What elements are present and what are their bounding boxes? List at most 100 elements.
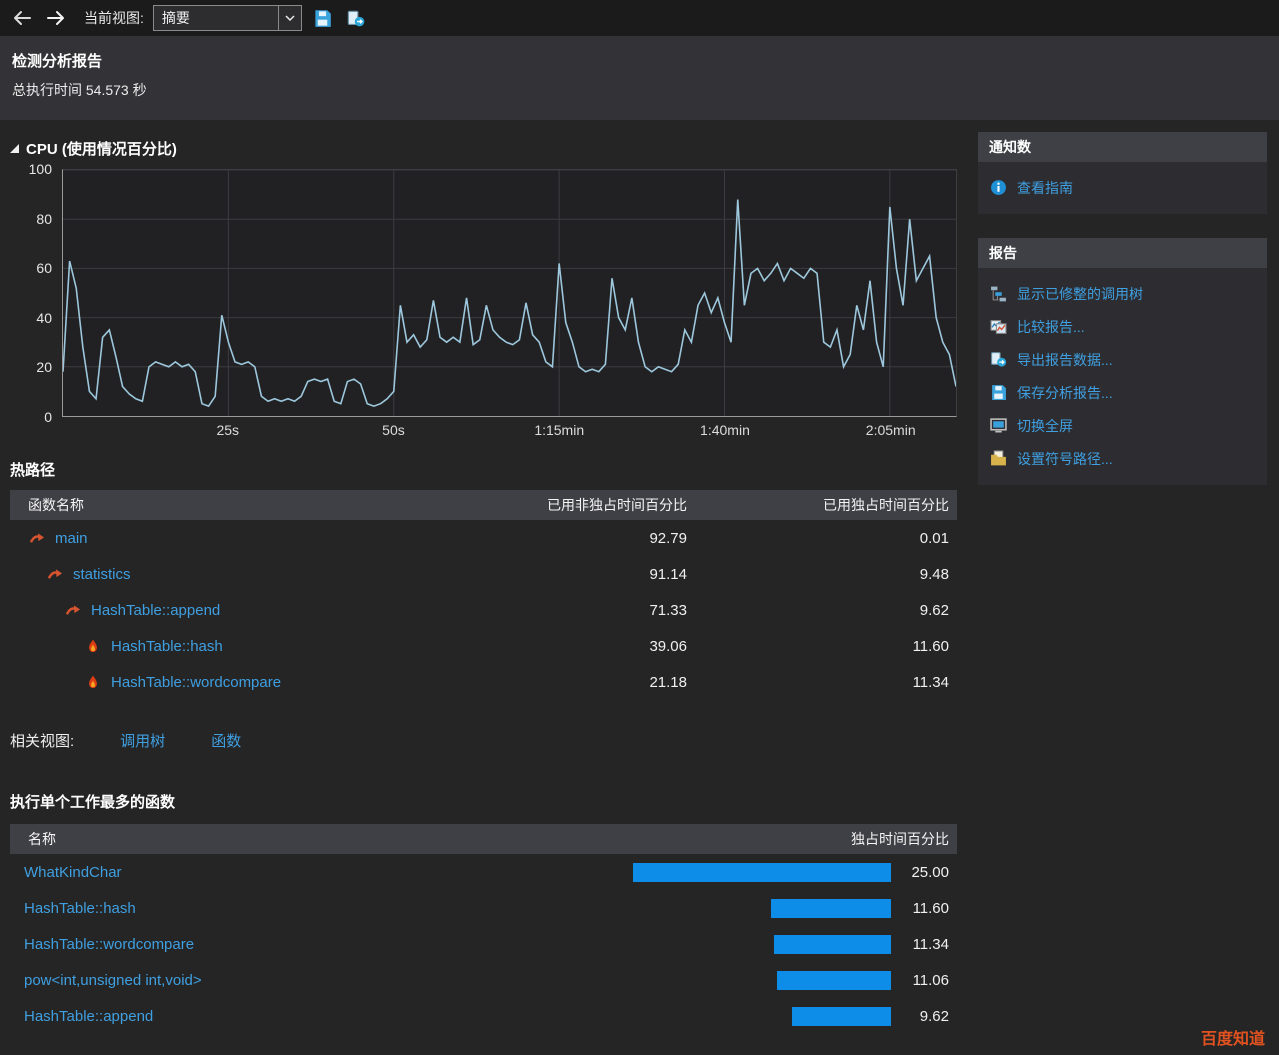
panel-item-label[interactable]: 显示已修整的调用树 [1017,284,1143,304]
watermark: 百度知道 [1201,1025,1265,1049]
panel-item-label[interactable]: 比较报告... [1017,317,1085,337]
table-row: HashTable::hash 11.60 [10,890,957,926]
trimmed-call-tree-icon [989,285,1007,303]
reports-header: 报告 [978,238,1267,268]
reports-panel: 报告 显示已修整的调用树 比较报告... [978,238,1267,485]
column-header-exclusive-time-pct[interactable]: 独占时间百分比 [687,829,949,849]
cpu-chart-plot [62,169,957,417]
show-trimmed-call-tree-item[interactable]: 显示已修整的调用树 [978,277,1267,310]
bar-value: 11.60 [891,900,949,917]
save-report-icon [989,384,1007,402]
function-link[interactable]: pow<int,unsigned int,void> [24,972,202,989]
column-header-function-name[interactable]: 函数名称 [18,495,452,515]
back-button[interactable] [10,6,34,30]
exclusive-value: 11.34 [687,674,949,691]
set-symbol-paths-item[interactable]: 设置符号路径... [978,442,1267,475]
bar-value: 11.34 [891,936,949,953]
view-guidance-item[interactable]: 查看指南 [978,171,1267,204]
function-link[interactable]: HashTable::append [24,1008,153,1025]
page-title: 检测分析报告 [12,50,1267,71]
compare-reports-item[interactable]: 比较报告... [978,310,1267,343]
hot-path-arrow-icon [64,601,82,619]
column-header-inclusive-pct[interactable]: 已用非独占时间百分比 [452,495,687,515]
function-link[interactable]: main [55,530,88,547]
flame-icon [84,673,102,691]
export-report-data-item[interactable]: 导出报告数据... [978,343,1267,376]
inclusive-value: 92.79 [452,530,687,547]
export-data-icon [989,351,1007,369]
toggle-fullscreen-item[interactable]: 切换全屏 [978,409,1267,442]
table-row: HashTable::wordcompare 21.18 11.34 [10,664,957,700]
y-tick-label: 80 [36,211,52,227]
function-link[interactable]: HashTable::wordcompare [111,674,281,691]
cpu-chart-svg [63,170,956,416]
bar-fill [777,971,891,990]
y-tick-label: 0 [44,409,52,425]
flame-icon [84,637,102,655]
chevron-down-icon[interactable] [278,6,301,30]
panel-item-label[interactable]: 保存分析报告... [1017,383,1113,403]
related-view-functions[interactable]: 函数 [211,730,241,751]
symbol-paths-icon [989,450,1007,468]
related-views: 相关视图: 调用树 函数 [10,730,957,751]
save-analysis-report-item[interactable]: 保存分析报告... [978,376,1267,409]
hot-path-arrow-icon [28,529,46,547]
inclusive-value: 39.06 [452,638,687,655]
exclusive-value: 9.48 [687,566,949,583]
view-selector-value: 摘要 [154,8,278,28]
sidebar: 通知数 查看指南 报告 显示已修整的调用树 [978,132,1267,1034]
hot-path-table: 函数名称 已用非独占时间百分比 已用独占时间百分比 main 92.79 0.0… [10,490,957,700]
panel-item-label[interactable]: 切换全屏 [1017,416,1073,436]
compare-reports-icon [989,318,1007,336]
x-tick-label: 25s [216,422,239,438]
column-header-exclusive-pct[interactable]: 已用独占时间百分比 [687,495,949,515]
bar-value: 9.62 [891,1008,949,1025]
inclusive-value: 21.18 [452,674,687,691]
x-tick-label: 1:40min [700,422,750,438]
bar-value: 11.06 [891,972,949,989]
related-view-call-tree[interactable]: 调用树 [120,730,165,751]
panel-item-label[interactable]: 导出报告数据... [1017,350,1113,370]
hot-path-title: 热路径 [10,459,957,480]
bar [633,899,891,918]
table-row: HashTable::wordcompare 11.34 [10,926,957,962]
forward-button[interactable] [43,6,67,30]
exclusive-value: 11.60 [687,638,949,655]
function-link[interactable]: HashTable::append [91,602,220,619]
cpu-section-header[interactable]: CPU (使用情况百分比) [10,138,957,159]
inclusive-value: 71.33 [452,602,687,619]
function-link[interactable]: WhatKindChar [24,864,122,881]
function-link[interactable]: HashTable::hash [24,900,136,917]
bar-value: 25.00 [891,864,949,881]
exclusive-value: 9.62 [687,602,949,619]
table-row: HashTable::append 9.62 [10,998,957,1034]
bar [633,935,891,954]
report-header: 检测分析报告 总执行时间 54.573 秒 [0,36,1279,120]
inclusive-value: 91.14 [452,566,687,583]
cpu-chart-y-axis: 020406080100 [10,169,62,417]
collapse-icon[interactable] [10,144,19,153]
cpu-chart: 020406080100 [10,169,957,417]
bar-fill [774,935,891,954]
table-row: HashTable::append 71.33 9.62 [10,592,957,628]
notifications-header: 通知数 [978,132,1267,162]
view-selector[interactable]: 摘要 [153,5,302,31]
x-tick-label: 2:05min [866,422,916,438]
function-link[interactable]: statistics [73,566,131,583]
table-row: main 92.79 0.01 [10,520,957,556]
toolbar: 当前视图: 摘要 [0,0,1279,36]
panel-item-label[interactable]: 查看指南 [1017,178,1073,198]
exclusive-value: 0.01 [687,530,949,547]
function-link[interactable]: HashTable::hash [111,638,223,655]
cpu-section-title: CPU (使用情况百分比) [26,138,177,159]
save-report-button[interactable] [311,6,335,30]
function-link[interactable]: HashTable::wordcompare [24,936,194,953]
table-row: HashTable::hash 39.06 11.60 [10,628,957,664]
x-tick-label: 50s [382,422,405,438]
related-views-label: 相关视图: [10,730,74,751]
column-header-name[interactable]: 名称 [18,829,687,849]
top-functions-title: 执行单个工作最多的函数 [10,791,957,812]
bar [633,863,891,882]
export-report-data-button[interactable] [344,6,368,30]
panel-item-label[interactable]: 设置符号路径... [1017,449,1113,469]
